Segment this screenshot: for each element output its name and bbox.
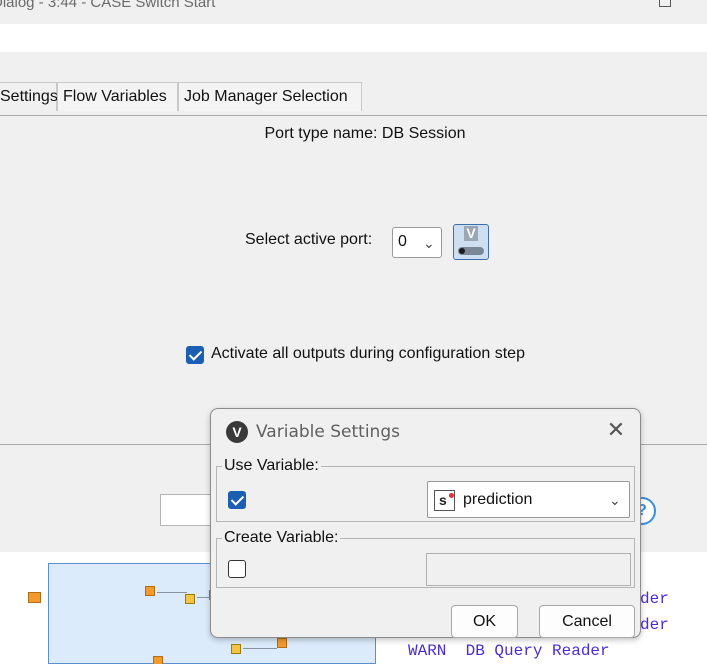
tab-settings-label: Settings: [0, 88, 58, 105]
activate-all-outputs-label: Activate all outputs during configuratio…: [211, 345, 525, 362]
tab-job-manager-selection-label: Job Manager Selection: [184, 88, 348, 105]
variable-select-dropdown[interactable]: s prediction ⌄: [427, 481, 630, 518]
variable-settings-dialog: V Variable Settings ✕ Use Variable: s pr…: [210, 408, 641, 638]
workflow-node[interactable]: [153, 656, 163, 664]
close-icon[interactable]: ✕: [604, 418, 628, 442]
tab-settings[interactable]: Settings: [0, 82, 58, 111]
console-line: WARN DB Query Reader: [408, 642, 610, 660]
console-line: der: [640, 590, 669, 608]
create-variable-label: Create Variable:: [222, 529, 341, 547]
string-variable-glyph: s: [439, 492, 447, 508]
create-variable-input[interactable]: [426, 553, 631, 586]
workflow-node-icon[interactable]: [28, 592, 41, 603]
string-variable-icon: s: [434, 490, 455, 511]
selected-variable-name: prediction: [463, 491, 533, 508]
maximize-icon[interactable]: [659, 0, 671, 7]
tab-flow-variables[interactable]: Flow Variables: [57, 82, 178, 111]
workflow-node[interactable]: [277, 638, 287, 648]
title-bar: Dialog - 3:44 - CASE Switch Start: [0, 0, 707, 24]
variable-settings-title: Variable Settings: [256, 422, 400, 442]
flow-variable-button[interactable]: V: [453, 224, 489, 260]
flow-variable-icon: V: [464, 226, 478, 241]
cancel-button[interactable]: Cancel: [539, 605, 635, 638]
use-variable-label: Use Variable:: [222, 457, 321, 475]
use-variable-checkbox[interactable]: [228, 491, 246, 509]
knime-v-logo-icon: V: [226, 421, 248, 443]
workflow-node[interactable]: [185, 594, 195, 604]
workflow-connection: [243, 648, 277, 649]
settings-panel: [0, 115, 707, 445]
string-variable-marker: [449, 493, 454, 498]
chevron-down-icon: ⌄: [609, 492, 621, 508]
tab-flow-variables-label: Flow Variables: [63, 88, 167, 105]
create-variable-checkbox[interactable]: [228, 560, 246, 578]
port-type-name: Port type name: DB Session: [264, 125, 466, 142]
console-line: der: [640, 616, 669, 634]
workflow-node[interactable]: [145, 586, 155, 596]
workflow-connection: [157, 592, 187, 593]
select-active-port-label: Select active port:: [245, 231, 373, 248]
activate-all-outputs-checkbox[interactable]: [186, 346, 204, 364]
tab-job-manager-selection[interactable]: Job Manager Selection: [178, 82, 362, 111]
active-port-value: 0: [398, 233, 407, 250]
workflow-node[interactable]: [231, 644, 241, 654]
window-title: Dialog - 3:44 - CASE Switch Start: [0, 0, 216, 11]
active-port-dropdown[interactable]: 0 ⌄: [392, 227, 442, 258]
ok-button[interactable]: OK: [451, 605, 518, 638]
chevron-down-icon: ⌄: [423, 235, 435, 251]
workflow-connection: [197, 597, 211, 598]
flow-variable-toggle-dot: [459, 248, 465, 254]
